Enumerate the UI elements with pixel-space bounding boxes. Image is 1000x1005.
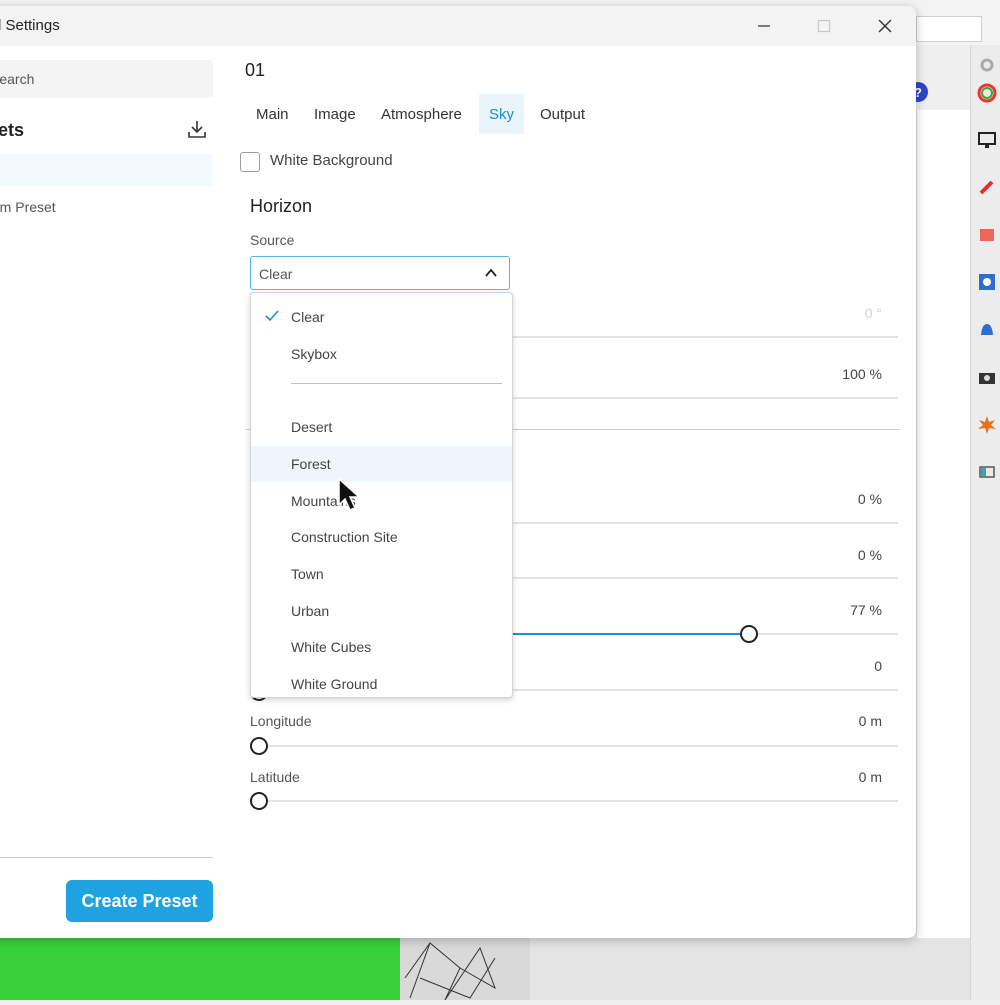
settings-dialog: l Settings Search sets tom Preset Create… [0, 6, 916, 938]
horizon-heading: Horizon [250, 196, 313, 216]
latitude-slider-track[interactable] [250, 800, 898, 802]
search-input[interactable]: Search [0, 60, 213, 98]
tab-image[interactable]: Image [304, 94, 366, 134]
dropdown-option-label: Skybox [291, 346, 337, 362]
dialog-title: l Settings [0, 17, 60, 34]
preset-item-custom[interactable]: tom Preset [0, 199, 56, 215]
dropdown-option-skybox[interactable]: Skybox [251, 336, 512, 372]
dropdown-option-construction-site[interactable]: Construction Site [251, 519, 512, 555]
source-select[interactable]: Clear [250, 256, 510, 290]
white-background-label: White Background [270, 152, 393, 169]
dropdown-option-white-cubes[interactable]: White Cubes [251, 629, 512, 665]
burst-icon[interactable] [977, 415, 997, 435]
slider4-value: 0 [874, 658, 882, 674]
color-wheel-icon[interactable] [977, 83, 997, 103]
panel-icon[interactable] [977, 462, 997, 482]
background-input[interactable] [916, 16, 982, 42]
maximize-button[interactable] [812, 14, 836, 38]
gear-icon[interactable] [977, 55, 997, 75]
dropdown-option-label: White Cubes [291, 639, 372, 655]
dropdown-option-desert[interactable]: Desert [251, 409, 512, 445]
opacity-value: 100 % [842, 366, 882, 382]
minimize-button[interactable] [752, 14, 776, 38]
background-green-area [0, 938, 418, 1000]
tab-main[interactable]: Main [246, 94, 299, 134]
dropdown-option-clear[interactable]: Clear [251, 299, 512, 335]
close-icon [878, 19, 892, 33]
sidebar-divider [0, 857, 213, 858]
slider3-value: 77 % [850, 602, 882, 618]
background-tool-strip [970, 45, 1000, 1000]
latitude-label: Latitude [250, 769, 300, 785]
source-select-value: Clear [259, 266, 293, 282]
latitude-value: 0 m [858, 769, 882, 785]
dropdown-option-label: White Ground [291, 676, 378, 692]
dropdown-divider [291, 383, 502, 384]
longitude-label: Longitude [250, 713, 312, 729]
source-dropdown-list: Clear Skybox Desert Forest Mountains Con… [250, 292, 513, 698]
dropdown-option-urban[interactable]: Urban [251, 593, 512, 629]
slider1-value: 0 % [857, 491, 882, 507]
mesh-icon [404, 942, 496, 1001]
rotation-value: 0 ° [864, 305, 882, 321]
dropdown-option-label: Clear [291, 309, 325, 325]
camera-icon[interactable] [977, 367, 997, 387]
tab-sky[interactable]: Sky [479, 94, 525, 134]
create-preset-button[interactable]: Create Preset [66, 880, 213, 922]
slider2-value: 0 % [857, 547, 882, 563]
background-lower-panel [530, 938, 970, 1000]
search-placeholder: Search [0, 71, 35, 87]
bell-icon[interactable] [977, 320, 997, 340]
slider3-thumb[interactable] [740, 625, 758, 643]
tab-atmosphere[interactable]: Atmosphere [371, 94, 472, 134]
pencil-icon[interactable] [977, 177, 997, 197]
source-label: Source [250, 232, 295, 248]
latitude-slider-thumb[interactable] [250, 792, 268, 810]
dropdown-option-label: Desert [291, 419, 333, 435]
longitude-slider-thumb[interactable] [250, 737, 268, 755]
monitor-icon[interactable] [977, 130, 997, 150]
dropdown-option-label: Urban [291, 603, 330, 619]
dropdown-option-label: Forest [291, 456, 331, 472]
preset-name-heading: 01 [245, 60, 266, 80]
preset-item-selected[interactable] [0, 154, 213, 186]
dialog-titlebar: l Settings [0, 6, 916, 46]
dropdown-option-label: Construction Site [291, 529, 398, 545]
download-icon[interactable] [186, 118, 208, 140]
longitude-value: 0 m [858, 713, 882, 729]
checkmark-icon [265, 310, 279, 322]
minimize-icon [758, 25, 770, 27]
info-panel-icon[interactable] [977, 272, 997, 292]
close-button[interactable] [873, 14, 897, 38]
background-canvas [916, 110, 971, 1000]
dropdown-option-forest[interactable]: Forest [251, 446, 512, 482]
dropdown-option-label: Town [291, 566, 324, 582]
dropdown-option-mountains[interactable]: Mountains [251, 483, 512, 519]
presets-title: sets [0, 120, 25, 140]
mouse-cursor-icon [338, 478, 361, 511]
maximize-icon [817, 19, 831, 33]
longitude-slider-track[interactable] [250, 745, 898, 747]
chevron-up-icon [485, 268, 497, 277]
background-mesh-area [400, 938, 530, 1001]
dropdown-option-town[interactable]: Town [251, 556, 512, 592]
book-icon[interactable] [977, 225, 997, 245]
white-background-checkbox[interactable] [240, 152, 260, 172]
tab-output[interactable]: Output [530, 94, 595, 134]
dropdown-option-white-ground[interactable]: White Ground [251, 666, 512, 696]
